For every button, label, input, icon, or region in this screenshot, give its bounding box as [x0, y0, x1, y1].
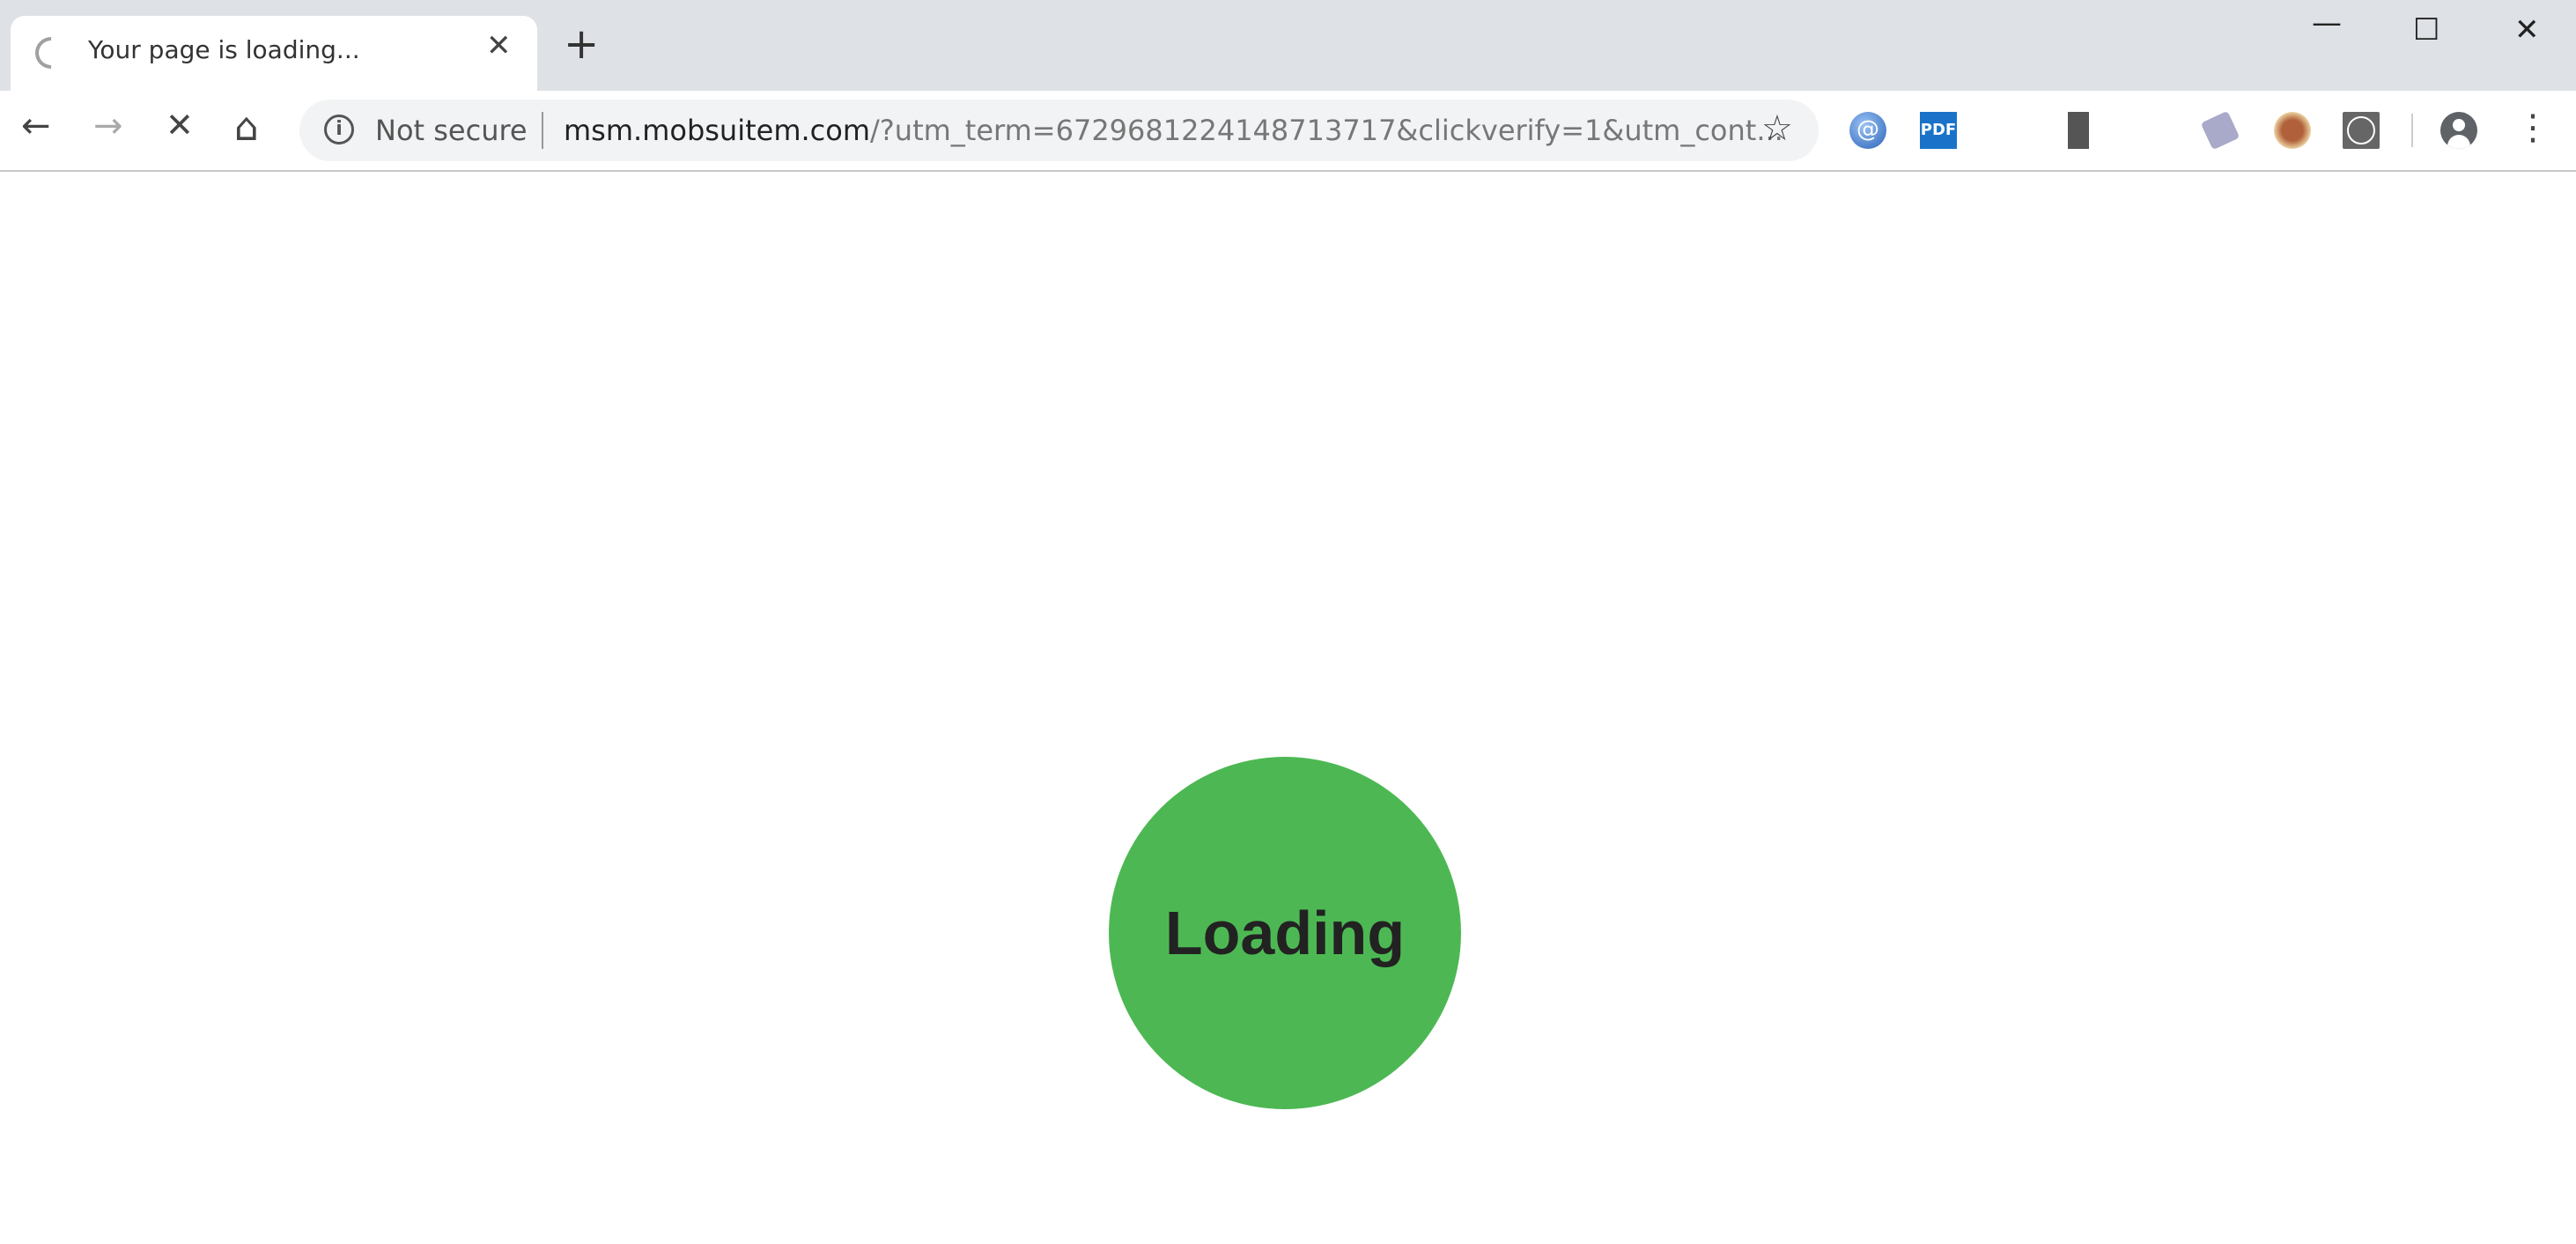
maximize-button[interactable]: ☐	[2413, 12, 2439, 48]
news-extension-icon[interactable]	[2200, 110, 2240, 151]
stop-button[interactable]: ✕	[166, 108, 194, 142]
toolbar: ← → ✕ ⌂ i Not secure msm.mobsuitem.com/?…	[0, 91, 2576, 172]
loading-spinner-icon	[28, 30, 74, 76]
loading-text: Loading	[1164, 899, 1406, 967]
divider	[542, 112, 543, 149]
close-window-button[interactable]: ✕	[2514, 12, 2540, 48]
movie-extension-icon[interactable]	[2068, 112, 2089, 149]
bag-extension-icon[interactable]	[2274, 112, 2311, 149]
profile-avatar-icon[interactable]	[2440, 112, 2477, 149]
tab-active[interactable]: Your page is loading... ✕	[11, 16, 537, 91]
url-host: msm.mobsuitem.com	[564, 114, 871, 147]
loading-circle: Loading	[1109, 757, 1461, 1109]
home-button[interactable]: ⌂	[234, 108, 259, 147]
tab-close-button[interactable]: ✕	[486, 28, 512, 63]
security-label[interactable]: Not secure	[375, 114, 528, 147]
minimize-button[interactable]: —	[2312, 5, 2342, 41]
address-bar[interactable]: i Not secure msm.mobsuitem.com/?utm_term…	[299, 100, 1819, 161]
menu-button[interactable]: ⋮	[2515, 110, 2550, 145]
pdf-label: PDF	[1920, 121, 1957, 139]
forward-button[interactable]: →	[93, 108, 123, 144]
tab-title: Your page is loading...	[88, 35, 360, 64]
pdf-extension-icon[interactable]: PDF	[1920, 112, 1957, 149]
search-extension-icon[interactable]	[2343, 112, 2380, 149]
bookmark-star-icon[interactable]: ☆	[1761, 108, 1793, 149]
new-tab-button[interactable]: +	[564, 23, 599, 65]
info-icon[interactable]: i	[324, 115, 354, 144]
url-text[interactable]: msm.mobsuitem.com/?utm_term=672968122414…	[564, 114, 1783, 147]
url-rest: /?utm_term=6729681224148713717&clickveri…	[870, 114, 1783, 147]
tab-strip: Your page is loading... ✕ + — ☐ ✕	[0, 0, 2576, 91]
back-button[interactable]: ←	[21, 108, 51, 144]
email-extension-icon[interactable]: @	[1849, 112, 1886, 149]
toolbar-divider	[2411, 114, 2413, 147]
